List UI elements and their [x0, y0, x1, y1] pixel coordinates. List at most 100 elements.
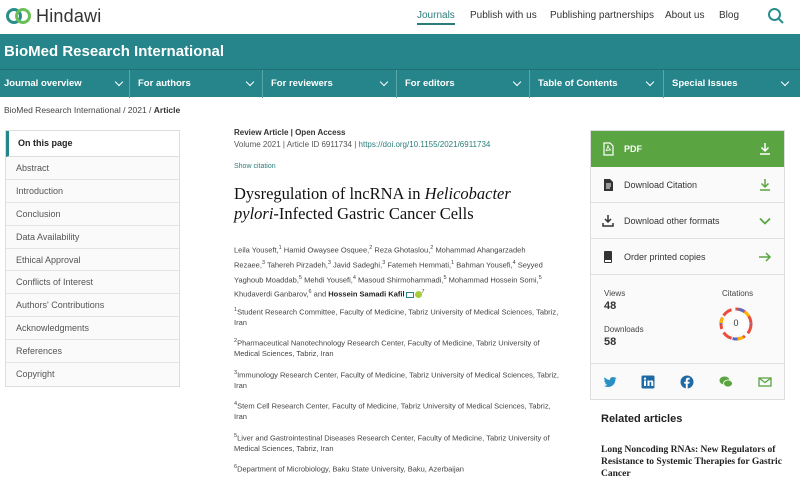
hindawi-logo-icon [6, 5, 32, 27]
downloads-count: 58 [604, 336, 617, 348]
download-citation-button[interactable]: Download Citation [591, 167, 784, 203]
subnav-table-of-contents[interactable]: Table of Contents [530, 70, 664, 98]
sidebar-item-introduction[interactable]: Introduction [6, 180, 179, 203]
sidebar-item-authors-contributions[interactable]: Authors' Contributions [6, 294, 179, 318]
affiliation: 5Liver and Gastrointestinal Diseases Res… [234, 431, 559, 455]
download-icon [760, 179, 770, 191]
download-other-formats-button[interactable]: Download other formats [591, 203, 784, 239]
nav-journals[interactable]: Journals [417, 10, 455, 25]
on-this-page-sidebar: On this page Abstract Introduction Concl… [5, 130, 180, 387]
chevron-down-icon [245, 77, 255, 87]
article-tools-panel: PDF Download Citation Download other for… [590, 130, 785, 400]
affiliation-text: Pharmaceutical Nanotechnology Research C… [234, 338, 540, 359]
nav-publishing-partnerships[interactable]: Publishing partnerships [550, 10, 654, 21]
author[interactable]: Javid Sadeghi, [333, 260, 382, 269]
arrow-right-icon [759, 252, 772, 262]
sidebar-item-conclusion[interactable]: Conclusion [6, 203, 179, 226]
affiliation: 6Department of Microbiology, Baku State … [234, 462, 559, 475]
twitter-icon[interactable] [603, 375, 617, 389]
author-affiliation-ref: 3 [327, 259, 331, 266]
affiliation-text: Immunology Research Center, Faculty of M… [234, 370, 560, 391]
author[interactable]: Reza Ghotaslou, [374, 246, 430, 255]
author-affiliation-ref: 5 [298, 274, 302, 281]
sidebar-item-acknowledgments[interactable]: Acknowledgments [6, 317, 179, 341]
author-affiliation-ref: 4 [352, 274, 356, 281]
download-citation-label: Download Citation [624, 180, 698, 190]
author-affiliation-ref: 1 [451, 259, 455, 266]
sidebar-item-ethical-approval[interactable]: Ethical Approval [6, 249, 179, 272]
share-bar [591, 363, 784, 399]
author-list: Leila Youseft,1 Hamid Owaysee Osquee,2 R… [234, 242, 554, 301]
affiliation-text: Liver and Gastrointestinal Diseases Rese… [234, 433, 550, 454]
linkedin-icon[interactable] [641, 375, 655, 389]
breadcrumb-path[interactable]: BioMed Research International / 2021 / [4, 105, 154, 115]
author[interactable]: Leila Youseft, [234, 246, 279, 255]
wechat-icon[interactable] [719, 375, 733, 389]
download-other-label: Download other formats [624, 216, 720, 226]
orcid-icon[interactable] [414, 291, 422, 299]
journal-title[interactable]: BioMed Research International [4, 43, 224, 60]
title-part: Dysregulation of lncRNA in [234, 184, 425, 203]
journal-nav: Journal overview For authors For reviewe… [0, 69, 800, 98]
nav-about-us[interactable]: About us [665, 10, 704, 21]
title-part: -Infected Gastric Cancer Cells [273, 204, 474, 223]
chevron-down-icon [780, 77, 790, 87]
affiliation: 2Pharmaceutical Nanotechnology Research … [234, 336, 559, 360]
nav-publish-with-us[interactable]: Publish with us [470, 10, 537, 21]
downloads-label: Downloads [604, 325, 644, 334]
show-citation-link[interactable]: Show citation [234, 163, 276, 170]
subnav-for-editors[interactable]: For editors [397, 70, 530, 98]
search-icon[interactable] [767, 7, 785, 25]
sidebar-item-data-availability[interactable]: Data Availability [6, 226, 179, 249]
hindawi-logo[interactable]: Hindawi [6, 5, 101, 27]
article-title: Dysregulation of lncRNA in Helicobacter … [234, 184, 554, 224]
author[interactable]: Tahereh Pirzadeh, [267, 260, 328, 269]
author-affiliation-ref: 1 [278, 245, 282, 251]
views-count: 48 [604, 300, 617, 312]
sidebar-item-references[interactable]: References [6, 340, 179, 364]
affiliation: 3Immunology Research Center, Faculty of … [234, 368, 559, 392]
related-article-link[interactable]: Long Noncoding RNAs: New Regulators of R… [601, 444, 786, 480]
affiliation-text: Department of Microbiology, Baku State U… [237, 464, 464, 474]
author-affiliation-ref: 3 [261, 259, 265, 266]
email-icon[interactable] [405, 291, 414, 298]
author[interactable]: Fatemeh Hemmati, [387, 260, 451, 269]
corresponding-author[interactable]: Hossein Samadi Kafil [328, 290, 404, 299]
journal-banner: BioMed Research International [0, 34, 800, 69]
affiliation-text: Student Research Committee, Faculty of M… [234, 307, 559, 328]
author[interactable]: Khudaverdi Ganbarov, [234, 290, 309, 299]
subnav-for-authors[interactable]: For authors [130, 70, 263, 98]
email-icon[interactable] [758, 375, 772, 389]
sidebar-item-abstract[interactable]: Abstract [6, 157, 179, 180]
author[interactable]: Masoud Shirmohammadi, [358, 275, 443, 284]
author-affiliation-ref: 7 [421, 289, 425, 296]
views-label: Views [604, 289, 626, 298]
author[interactable]: Mehdi Yousefi, [304, 275, 353, 284]
author[interactable]: Bahman Yousefi, [456, 260, 512, 269]
sidebar-item-conflicts-of-interest[interactable]: Conflicts of Interest [6, 271, 179, 295]
dimensions-citation-badge[interactable]: 0 [719, 307, 753, 341]
citations-label: Citations [722, 289, 754, 298]
download-icon [760, 143, 770, 155]
author[interactable]: Mohammad Hossein Somi, [449, 275, 539, 284]
subnav-special-issues[interactable]: Special Issues [664, 70, 800, 98]
order-printed-copies-button[interactable]: Order printed copies [591, 239, 784, 275]
article-meta: Volume 2021 | Article ID 6911734 | https… [234, 140, 490, 149]
chevron-down-icon [512, 77, 522, 87]
chevron-down-icon [759, 217, 771, 225]
author-affiliation-ref: 5 [538, 274, 542, 281]
chevron-down-icon [114, 77, 124, 87]
author[interactable]: Hamid Owaysee Osquee, [284, 246, 369, 255]
document-icon [604, 179, 613, 191]
sidebar-item-copyright[interactable]: Copyright [6, 363, 179, 386]
facebook-icon[interactable] [680, 375, 694, 389]
subnav-for-reviewers[interactable]: For reviewers [263, 70, 397, 98]
breadcrumb: BioMed Research International / 2021 / A… [4, 105, 180, 115]
download-tray-icon [602, 215, 614, 227]
nav-blog[interactable]: Blog [719, 10, 739, 21]
subnav-journal-overview[interactable]: Journal overview [0, 70, 130, 98]
chevron-down-icon [379, 77, 389, 87]
pdf-button[interactable]: PDF [591, 131, 784, 167]
doi-link[interactable]: https://doi.org/10.1155/2021/6911734 [359, 140, 491, 149]
book-icon [604, 251, 612, 263]
